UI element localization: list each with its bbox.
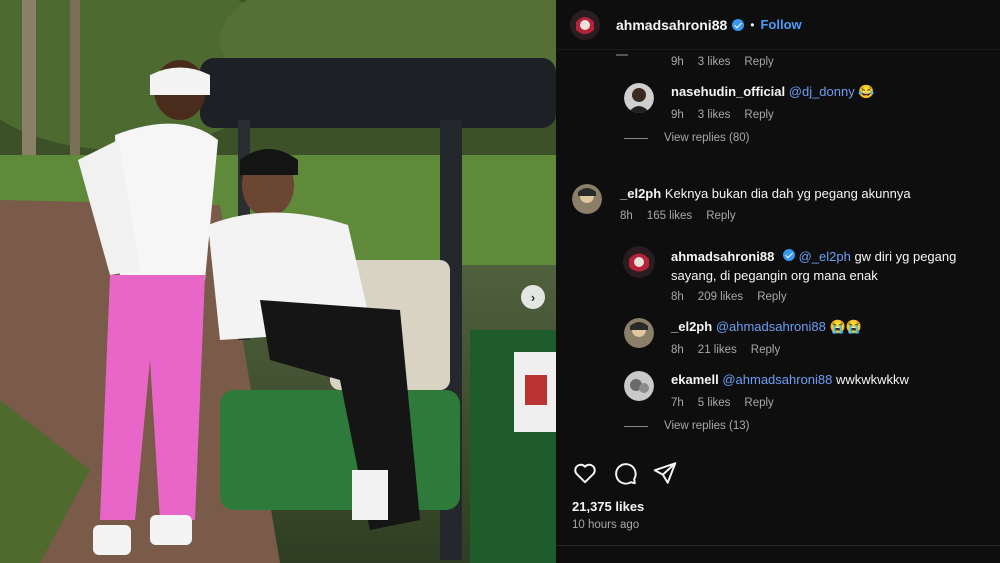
- author-avatar[interactable]: [570, 9, 600, 40]
- verified-icon: [782, 249, 795, 261]
- comment-mention[interactable]: @_el2ph: [799, 249, 851, 264]
- view-replies-label: View replies (80): [664, 132, 750, 144]
- partial-comment-fragment: [616, 50, 656, 58]
- separator-dot: •: [750, 17, 755, 32]
- commenter-avatar[interactable]: [624, 371, 654, 401]
- commenter-avatar[interactable]: [623, 246, 655, 278]
- divider-line: [624, 425, 648, 427]
- comment-username[interactable]: nasehudin_official: [671, 84, 785, 99]
- comment-mention[interactable]: @ahmadsahroni88: [722, 372, 832, 387]
- comment-meta: 8h 209 likes Reply: [671, 291, 787, 303]
- comment-meta: 9h 3 likes Reply: [671, 109, 774, 121]
- comment-username[interactable]: ahmadsahroni88: [671, 249, 774, 264]
- comment-meta: 7h 5 likes Reply: [671, 397, 774, 409]
- verified-icon: [732, 18, 745, 31]
- comment-time: 8h: [620, 210, 633, 222]
- comment-likes[interactable]: 3 likes: [698, 109, 731, 121]
- view-replies-button[interactable]: View replies (80): [624, 132, 749, 144]
- comment-likes[interactable]: 165 likes: [647, 210, 692, 222]
- photo-illustration: [0, 0, 556, 563]
- comment-body-line-2: sayang, di pegangin org mana enak: [671, 268, 878, 283]
- comment-time: 8h: [671, 344, 684, 356]
- comment-meta: 8h 21 likes Reply: [671, 344, 780, 356]
- comment-body: Keknya bukan dia dah yg pegang akunnya: [664, 186, 911, 201]
- comment-text: ahmadsahroni88 @_el2ph gw diri yg pegang…: [671, 247, 991, 285]
- reply-button[interactable]: Reply: [757, 291, 786, 303]
- post-time: 10 hours ago: [572, 519, 640, 531]
- comment-body: gw diri yg pegang: [850, 249, 957, 264]
- comment-likes[interactable]: 3 likes: [698, 56, 731, 68]
- comment-text: _el2ph @ahmadsahroni88 😭😭: [671, 317, 862, 336]
- comment-username[interactable]: ekamell: [671, 372, 719, 387]
- share-icon[interactable]: [652, 460, 678, 486]
- comment-likes[interactable]: 5 likes: [698, 397, 731, 409]
- view-replies-label: View replies (13): [664, 420, 750, 432]
- reply-button[interactable]: Reply: [706, 210, 735, 222]
- comment-body: 😂: [854, 84, 875, 99]
- author-username[interactable]: ahmadsahroni88: [616, 17, 727, 33]
- chevron-right-icon: ›: [530, 289, 536, 305]
- view-replies-button[interactable]: View replies (13): [624, 420, 749, 432]
- reply-button[interactable]: Reply: [744, 109, 773, 121]
- next-photo-button[interactable]: ›: [521, 285, 545, 309]
- post-actions: [572, 460, 678, 486]
- heart-icon[interactable]: [572, 460, 598, 486]
- comment-time: 7h: [671, 397, 684, 409]
- comment-mention[interactable]: @dj_donny: [789, 84, 855, 99]
- comment-text: _el2ph Keknya bukan dia dah yg pegang ak…: [620, 184, 911, 203]
- comment-body: wwkwkwkkw: [832, 372, 909, 387]
- comment-body: 😭😭: [825, 319, 862, 334]
- comment-time: 9h: [671, 109, 684, 121]
- comment-mention[interactable]: @ahmadsahroni88: [716, 319, 826, 334]
- reply-button[interactable]: Reply: [744, 56, 773, 68]
- comment-meta: 9h 3 likes Reply: [671, 56, 774, 68]
- post-photo[interactable]: ›: [0, 0, 556, 563]
- comment-username[interactable]: _el2ph: [671, 319, 712, 334]
- divider: [556, 545, 1000, 546]
- post-header: ahmadsahroni88 • Follow: [556, 0, 1000, 50]
- comment-icon[interactable]: [612, 460, 638, 486]
- comment-likes[interactable]: 209 likes: [698, 291, 743, 303]
- comment-text: nasehudin_official @dj_donny 😂: [671, 82, 875, 101]
- reply-button[interactable]: Reply: [744, 397, 773, 409]
- comment-meta: 8h 165 likes Reply: [620, 210, 736, 222]
- follow-button[interactable]: Follow: [760, 17, 801, 32]
- post-sidebar: ahmadsahroni88 • Follow 9h 3 likes Reply…: [556, 0, 1000, 563]
- comment-username[interactable]: _el2ph: [620, 186, 661, 201]
- commenter-avatar[interactable]: [572, 184, 602, 214]
- comment-time: 9h: [671, 56, 684, 68]
- divider-line: [624, 137, 648, 139]
- comment-likes[interactable]: 21 likes: [698, 344, 737, 356]
- commenter-avatar[interactable]: [624, 83, 654, 113]
- reply-button[interactable]: Reply: [751, 344, 780, 356]
- commenter-avatar[interactable]: [624, 318, 654, 348]
- comment-text: ekamell @ahmadsahroni88 wwkwkwkkw: [671, 370, 909, 389]
- likes-count[interactable]: 21,375 likes: [572, 499, 644, 514]
- comment-time: 8h: [671, 291, 684, 303]
